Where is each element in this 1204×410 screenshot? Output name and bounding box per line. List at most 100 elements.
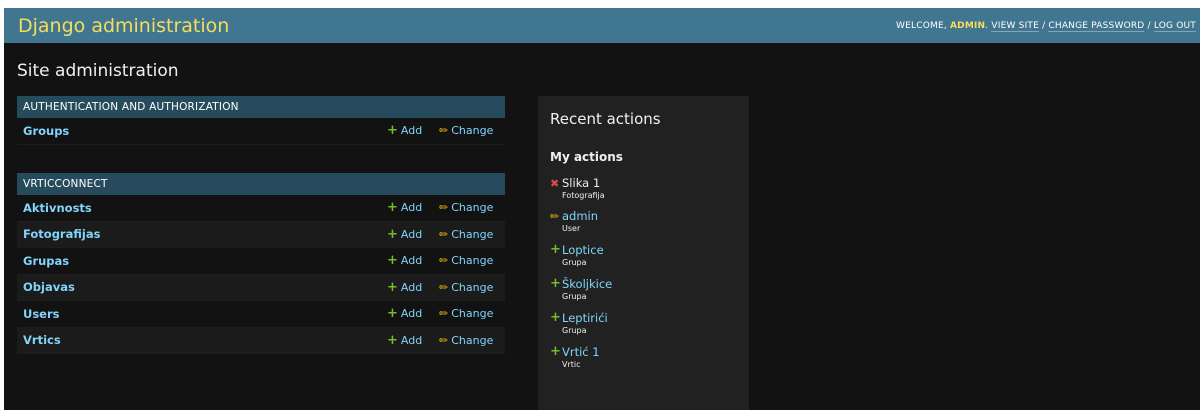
recent-action-type: User [562,224,581,233]
recent-action-item: ✖ Slika 1 Fotografija [550,176,737,200]
model-row: Fotografijas + Add ✏ Change [17,221,505,248]
recent-action-name: Loptice [562,242,604,257]
recent-action-item: + Leptirići Grupa [550,310,737,335]
recent-action-item: ✏ admin User [550,209,737,233]
add-link[interactable]: + Add [387,306,422,321]
pencil-icon: ✏ [439,333,449,347]
recent-actions-title: Recent actions [550,110,661,128]
recent-action-type: Grupa [562,326,587,335]
pencil-icon: ✏ [439,254,449,268]
model-link[interactable]: Groups [17,124,505,138]
recent-action-item: + Loptice Grupa [550,242,737,267]
pencil-icon: ✏ [550,209,560,223]
model-link[interactable]: Aktivnosts [17,201,505,215]
page-title: Site administration [17,61,179,81]
recent-action-name: Školjkice [562,276,613,291]
plus-icon: + [387,332,398,348]
model-link[interactable]: Users [17,307,505,321]
recent-action-name: Leptirići [562,310,608,325]
view-site-link[interactable]: View site [991,20,1040,32]
recent-action-item: + Školjkice Grupa [550,276,737,301]
username: admin [950,20,986,31]
model-row: Vrtics + Add ✏ Change [17,327,505,354]
module-caption[interactable]: VrticConnect [17,173,505,195]
plus-icon: + [387,200,398,216]
pencil-icon: ✏ [439,227,449,241]
recent-action-type: Grupa [562,292,587,301]
recent-action-type: Fotografija [562,191,605,200]
model-row: Groups + Add ✏ Change [17,118,505,145]
model-link[interactable]: Vrtics [17,333,505,347]
plus-icon: + [550,242,561,257]
pencil-icon: ✏ [439,280,449,294]
recent-action-name: admin [562,209,599,223]
recent-action-name: Vrtić 1 [562,344,600,359]
pencil-icon: ✏ [439,124,449,138]
plus-icon: + [387,123,398,139]
change-label: Change [451,201,494,215]
change-link[interactable]: ✏ Change [439,228,493,241]
plus-icon: + [550,276,561,291]
admin-page: Django administration Welcome, admin. Vi… [4,8,1200,410]
add-link[interactable]: + Add [387,333,422,348]
recent-action-link[interactable]: + Leptirići [550,310,737,325]
change-label: Change [451,227,494,241]
recent-action-link[interactable]: + Loptice [550,242,737,257]
log-out-link[interactable]: Log out [1153,20,1196,32]
recent-action-name: Slika 1 [562,176,601,190]
change-label: Change [451,254,494,268]
module-authentication: Authentication and Authorization Groups +… [17,96,505,145]
model-row: Grupas + Add ✏ Change [17,248,505,275]
add-label: Add [400,307,423,321]
add-label: Add [400,280,423,294]
site-branding[interactable]: Django administration [18,15,229,37]
delete-icon: ✖ [550,176,560,190]
change-password-link[interactable]: Change password [1048,20,1145,32]
add-label: Add [400,333,423,347]
change-link[interactable]: ✏ Change [439,124,493,137]
module-caption[interactable]: Authentication and Authorization [17,96,505,118]
add-link[interactable]: + Add [387,200,422,215]
plus-icon: + [387,226,398,242]
plus-icon: + [550,310,561,325]
plus-icon: + [387,279,398,295]
change-link[interactable]: ✏ Change [439,254,493,267]
change-link[interactable]: ✏ Change [439,307,493,320]
plus-icon: + [387,253,398,269]
recent-action-item: + Vrtić 1 Vrtic [550,344,737,369]
header: Django administration Welcome, admin. Vi… [4,8,1200,43]
change-link[interactable]: ✏ Change [439,334,493,347]
user-tools: Welcome, admin. View site / Change passw… [896,20,1196,32]
change-label: Change [451,307,494,321]
model-link[interactable]: Grupas [17,254,505,268]
model-link[interactable]: Fotografijas [17,227,505,241]
change-link[interactable]: ✏ Change [439,281,493,294]
add-label: Add [400,201,423,215]
change-link[interactable]: ✏ Change [439,201,493,214]
pencil-icon: ✏ [439,307,449,321]
recent-action-type: Vrtic [562,360,581,369]
change-label: Change [451,124,494,138]
change-label: Change [451,333,494,347]
add-link[interactable]: + Add [387,280,422,295]
plus-icon: + [387,306,398,322]
recent-action-link[interactable]: + Vrtić 1 [550,344,737,359]
module-vrticconnect: VrticConnect Aktivnosts + Add ✏ Change Fotogr… [17,173,505,354]
recent-action-type: Grupa [562,258,587,267]
recent-action-link[interactable]: ✏ admin [550,209,737,223]
plus-icon: + [550,344,561,359]
recent-action-link[interactable]: + Školjkice [550,276,737,291]
add-label: Add [400,227,423,241]
model-link[interactable]: Objavas [17,280,505,294]
recent-actions-panel: Recent actions My actions ✖ Slika 1 Fotogr… [538,96,749,410]
separator: / [1144,20,1154,31]
add-link[interactable]: + Add [387,227,422,242]
add-link[interactable]: + Add [387,253,422,268]
pencil-icon: ✏ [439,201,449,215]
add-link[interactable]: + Add [387,123,422,138]
change-label: Change [451,280,494,294]
welcome-text: Welcome, [896,20,947,31]
add-label: Add [400,254,423,268]
add-label: Add [400,124,423,138]
recent-action-link: ✖ Slika 1 [550,176,737,190]
